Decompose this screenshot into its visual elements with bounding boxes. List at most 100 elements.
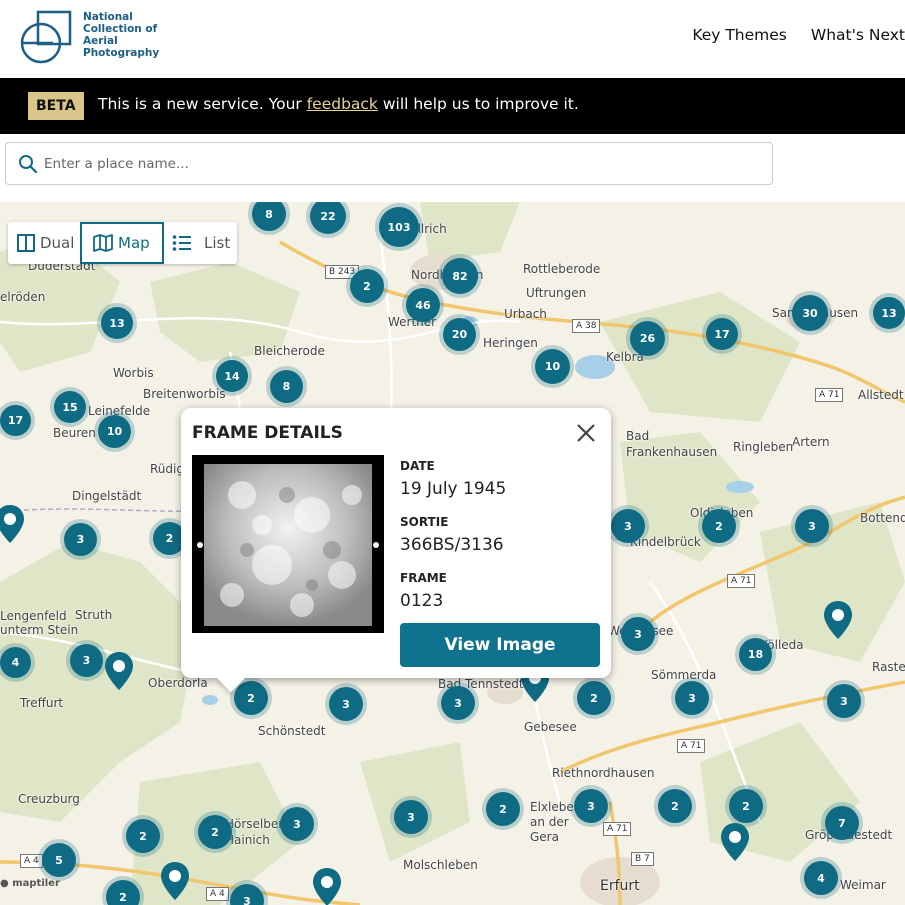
date-label: DATE [400, 459, 435, 473]
nav-key-themes[interactable]: Key Themes [692, 26, 787, 44]
list-icon [172, 235, 191, 251]
map-cluster[interactable]: 13 [873, 297, 905, 329]
map-cluster[interactable]: 2 [658, 789, 692, 823]
map-cluster[interactable]: 8 [270, 370, 303, 403]
map-canvas[interactable]: Duderstadt elröden Worbis Breitenworbis … [0, 202, 905, 905]
place-label: Worbis [113, 366, 154, 380]
place-label: Bleicherode [254, 344, 325, 358]
map-cluster[interactable]: 3 [621, 617, 655, 651]
map-pin-icon[interactable] [159, 861, 191, 901]
map-cluster[interactable]: 20 [443, 318, 476, 351]
frame-label: FRAME [400, 571, 447, 585]
place-label: Bad Frankenhausen [626, 429, 718, 459]
logo-text[interactable]: National Collection of Aerial Photograph… [83, 11, 173, 59]
place-label: Rastenberg [872, 660, 905, 674]
place-label: Beuren [53, 426, 96, 440]
map-cluster[interactable]: 3 [611, 509, 645, 543]
map-cluster[interactable]: 3 [329, 687, 363, 721]
road-label: A 71 [727, 574, 756, 588]
map-cluster[interactable]: 3 [394, 800, 428, 834]
place-label: Dingelstädt [72, 489, 142, 503]
place-label: Urbach [504, 307, 547, 321]
view-image-button[interactable]: View Image [400, 623, 600, 667]
feedback-link[interactable]: feedback [307, 95, 378, 113]
frame-value: 0123 [400, 591, 444, 611]
beta-badge: BETA [28, 92, 84, 120]
beta-text-after: will help us to improve it. [377, 95, 579, 113]
map-cluster[interactable]: 30 [792, 295, 828, 331]
map-cluster[interactable]: 18 [739, 638, 772, 671]
map-pin-icon[interactable] [719, 822, 751, 862]
map-cluster[interactable]: 2 [350, 269, 384, 303]
place-label: Treffurt [20, 696, 64, 710]
sortie-label: SORTIE [400, 515, 449, 529]
place-label: Struth [75, 608, 113, 622]
place-label: Sömmerda [651, 668, 717, 682]
map-cluster[interactable]: 3 [795, 509, 829, 543]
place-label: Artern [792, 435, 830, 449]
map-cluster[interactable]: 2 [198, 815, 232, 849]
main-nav: Key Themes What's Next [692, 26, 905, 44]
map-cluster[interactable]: 2 [702, 509, 736, 543]
search-box[interactable] [5, 142, 773, 185]
place-label: Heringen [483, 336, 538, 350]
map-cluster[interactable]: 3 [574, 789, 608, 823]
map-pin-icon[interactable] [0, 504, 26, 544]
road-label: A 71 [815, 388, 844, 402]
map-attribution[interactable]: ● maptiler [0, 878, 60, 889]
place-label: Gebesee [524, 720, 577, 734]
map-pin-icon[interactable] [103, 651, 135, 691]
map-cluster[interactable]: 10 [98, 415, 131, 448]
map-cluster[interactable]: 4 [0, 647, 31, 678]
map-cluster[interactable]: 3 [441, 686, 475, 720]
list-label: List [204, 234, 231, 252]
road-label: A 38 [572, 319, 601, 333]
road-label: A 71 [677, 739, 706, 753]
map-cluster[interactable]: 3 [64, 523, 97, 556]
map-cluster[interactable]: 3 [675, 681, 709, 715]
sortie-value: 366BS/3136 [400, 535, 504, 555]
popup-title: FRAME DETAILS [192, 423, 343, 443]
place-label: Breitenworbis [143, 387, 226, 401]
map-view-button[interactable]: Map [80, 222, 164, 264]
map-cluster[interactable]: 2 [729, 789, 763, 823]
map-cluster[interactable]: 46 [406, 288, 440, 322]
map-cluster[interactable]: 3 [70, 644, 103, 677]
map-cluster[interactable]: 5 [42, 843, 76, 877]
map-cluster[interactable]: 103 [379, 207, 419, 247]
map-cluster[interactable]: 13 [101, 307, 133, 339]
search-input[interactable] [44, 152, 744, 176]
map-cluster[interactable]: 15 [54, 391, 86, 423]
map-cluster[interactable]: 17 [706, 318, 738, 350]
map-cluster[interactable]: 26 [630, 321, 665, 356]
map-cluster[interactable]: 2 [486, 792, 520, 826]
search-icon [19, 155, 38, 174]
map-cluster[interactable]: 3 [280, 807, 314, 841]
map-pin-icon[interactable] [311, 867, 343, 905]
map-cluster[interactable]: 3 [827, 684, 861, 718]
map-cluster[interactable]: 7 [825, 806, 859, 840]
map-cluster[interactable]: 2 [234, 681, 268, 715]
map-cluster[interactable]: 14 [216, 360, 248, 392]
nav-whats-next[interactable]: What's Next [811, 26, 905, 44]
list-view-button[interactable]: List [172, 222, 230, 264]
map-cluster[interactable]: 82 [442, 258, 478, 294]
map-pin-icon[interactable] [822, 600, 854, 640]
place-label: Lengenfeld unterm Stein [0, 609, 79, 637]
map-cluster[interactable]: 4 [804, 861, 838, 895]
map-cluster[interactable]: 10 [535, 349, 570, 384]
road-label: B 7 [631, 852, 654, 866]
place-label: Bottendorf [860, 511, 905, 525]
dual-label: Dual [40, 234, 75, 252]
logo-icon[interactable] [20, 10, 74, 64]
map-cluster[interactable]: 2 [577, 681, 611, 715]
close-icon[interactable] [574, 421, 598, 445]
place-label: Molschleben [403, 858, 478, 872]
map-cluster[interactable]: 17 [0, 405, 31, 436]
place-label: Erfurt [600, 878, 640, 894]
beta-message: This is a new service. Your feedback wil… [98, 95, 579, 113]
dual-view-button[interactable]: Dual [16, 222, 74, 264]
beta-banner: BETA This is a new service. Your feedbac… [0, 78, 905, 134]
map-cluster[interactable]: 2 [126, 819, 160, 853]
aerial-photo-thumbnail[interactable] [192, 455, 384, 633]
